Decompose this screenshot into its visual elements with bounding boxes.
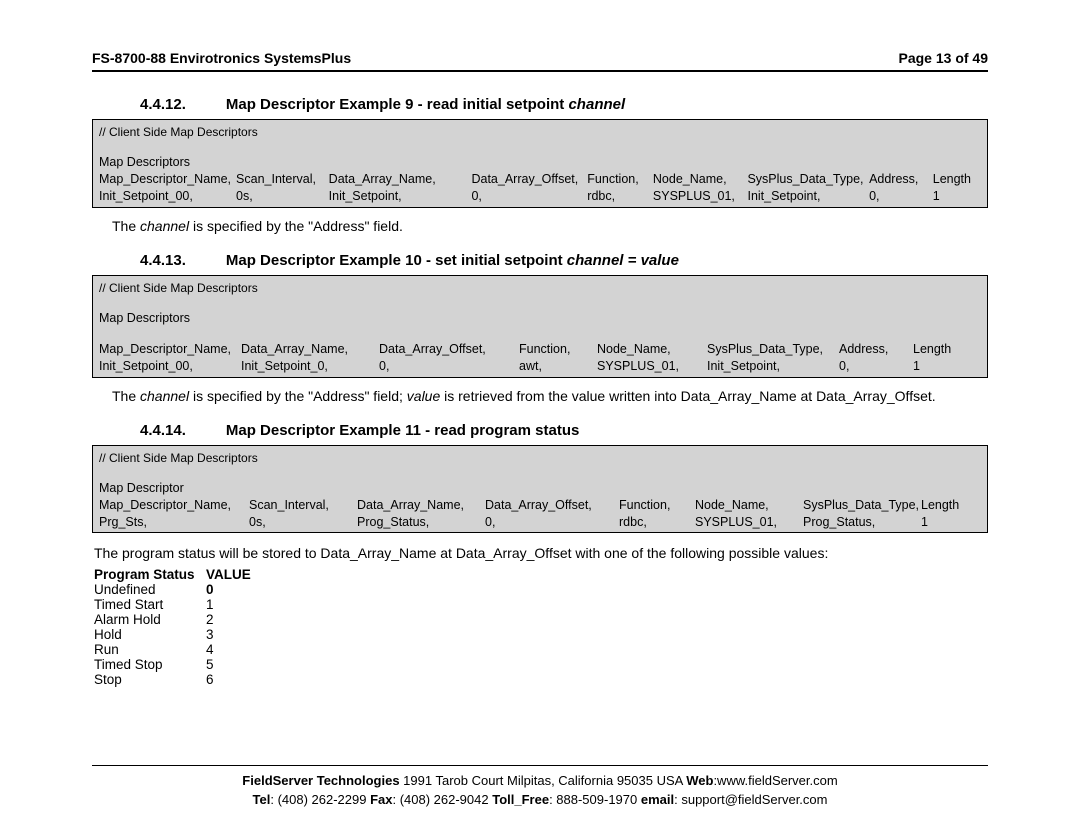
cell: Map_Descriptor_Name, (99, 497, 249, 514)
table-row: Timed Stop5 (94, 657, 988, 672)
cell: Prg_Sts, (99, 514, 249, 531)
doc-title: FS-8700-88 Envirotronics SystemsPlus (92, 50, 351, 66)
cell: Init_Setpoint, (747, 188, 869, 205)
cell: Address, (839, 341, 913, 358)
descriptor-value-row: Init_Setpoint_00,Init_Setpoint_0,0,awt,S… (99, 358, 981, 375)
cell: 1 (921, 514, 971, 531)
table-row: Run4 (94, 642, 988, 657)
cell: 1 (933, 188, 981, 205)
descriptor-value-row: Init_Setpoint_00,0s,Init_Setpoint,0,rdbc… (99, 188, 981, 205)
cell: Init_Setpoint_00, (99, 358, 241, 375)
cell: Data_Array_Name, (241, 341, 379, 358)
cell: 0s, (236, 188, 329, 205)
cell: Data_Array_Offset, (379, 341, 519, 358)
table-row: Stop6 (94, 672, 988, 687)
section-number: 4.4.13. (140, 252, 186, 269)
table-row: Timed Start1 (94, 597, 988, 612)
cell: SysPlus_Data_Type, (707, 341, 839, 358)
cell: Init_Setpoint_0, (241, 358, 379, 375)
section-note: The channel is specified by the "Address… (112, 218, 988, 234)
descriptor-box: // Client Side Map Descriptors Map Descr… (92, 275, 988, 378)
section-title-italic: channel = value (567, 252, 679, 269)
cell: 0s, (249, 514, 357, 531)
comment-line: // Client Side Map Descriptors (99, 124, 981, 140)
section-title-italic: channel (568, 96, 625, 113)
section-title: Map Descriptor Example 10 - set initial … (226, 252, 567, 269)
cell: Length (921, 497, 971, 514)
cell: 0, (471, 188, 587, 205)
descriptor-box: // Client Side Map Descriptors Map Descr… (92, 119, 988, 208)
cell: Data_Array_Offset, (471, 171, 587, 188)
descriptor-box: // Client Side Map Descriptors Map Descr… (92, 445, 988, 534)
cell: Data_Array_Name, (329, 171, 472, 188)
page-header: FS-8700-88 Envirotronics SystemsPlus Pag… (92, 50, 988, 72)
section-note: The channel is specified by the "Address… (112, 388, 988, 404)
cell: Map_Descriptor_Name, (99, 341, 241, 358)
cell: Init_Setpoint, (329, 188, 472, 205)
cell: Function, (619, 497, 695, 514)
cell: Map_Descriptor_Name, (99, 171, 236, 188)
cell: Init_Setpoint_00, (99, 188, 236, 205)
section-title: Map Descriptor Example 11 - read program… (226, 422, 579, 439)
descriptor-header-row: Map_Descriptor_Name,Data_Array_Name,Data… (99, 341, 981, 358)
section-heading: 4.4.13. Map Descriptor Example 10 - set i… (92, 252, 988, 269)
page-number: Page 13 of 49 (899, 50, 989, 66)
cell: SYSPLUS_01, (653, 188, 748, 205)
cell: SysPlus_Data_Type, (747, 171, 869, 188)
col-header: VALUE (206, 567, 246, 582)
cell: Length (933, 171, 981, 188)
cell: Function, (587, 171, 653, 188)
status-intro: The program status will be stored to Dat… (94, 545, 988, 561)
table-row: Undefined0 (94, 582, 988, 597)
cell: Prog_Status, (803, 514, 921, 531)
cell: 0, (839, 358, 913, 375)
cell: 0, (379, 358, 519, 375)
cell: Node_Name, (653, 171, 748, 188)
cell: Scan_Interval, (236, 171, 329, 188)
comment-line: // Client Side Map Descriptors (99, 450, 981, 466)
descriptor-label: Map Descriptors (99, 310, 981, 327)
table-header-row: Program Status VALUE (94, 567, 988, 582)
cell: Node_Name, (597, 341, 707, 358)
cell: Scan_Interval, (249, 497, 357, 514)
cell: SYSPLUS_01, (597, 358, 707, 375)
cell: Prog_Status, (357, 514, 485, 531)
section-number: 4.4.14. (140, 422, 186, 439)
descriptor-header-row: Map_Descriptor_Name,Scan_Interval,Data_A… (99, 171, 981, 188)
cell: rdbc, (619, 514, 695, 531)
section-number: 4.4.12. (140, 96, 186, 113)
section-heading: 4.4.14. Map Descriptor Example 11 - read … (92, 422, 988, 439)
cell: Address, (869, 171, 933, 188)
cell: rdbc, (587, 188, 653, 205)
cell: Init_Setpoint, (707, 358, 839, 375)
cell: 0, (869, 188, 933, 205)
section-title: Map Descriptor Example 9 - read initial … (226, 96, 569, 113)
cell: Length (913, 341, 963, 358)
cell: awt, (519, 358, 597, 375)
cell: Node_Name, (695, 497, 803, 514)
table-row: Hold3 (94, 627, 988, 642)
table-row: Alarm Hold2 (94, 612, 988, 627)
descriptor-label: Map Descriptors (99, 154, 981, 171)
cell: SysPlus_Data_Type, (803, 497, 921, 514)
section-heading: 4.4.12. Map Descriptor Example 9 - read i… (92, 96, 988, 113)
descriptor-label: Map Descriptor (99, 480, 981, 497)
cell: 0, (485, 514, 619, 531)
cell: Function, (519, 341, 597, 358)
col-header: Program Status (94, 567, 206, 582)
cell: Data_Array_Offset, (485, 497, 619, 514)
cell: 1 (913, 358, 963, 375)
descriptor-value-row: Prg_Sts,0s,Prog_Status,0,rdbc,SYSPLUS_01… (99, 514, 981, 531)
page-footer: FieldServer Technologies 1991 Tarob Cour… (92, 765, 988, 810)
comment-line: // Client Side Map Descriptors (99, 280, 981, 296)
cell: Data_Array_Name, (357, 497, 485, 514)
descriptor-header-row: Map_Descriptor_Name,Scan_Interval,Data_A… (99, 497, 981, 514)
program-status-table: Program Status VALUE Undefined0 Timed St… (94, 567, 988, 687)
cell: SYSPLUS_01, (695, 514, 803, 531)
